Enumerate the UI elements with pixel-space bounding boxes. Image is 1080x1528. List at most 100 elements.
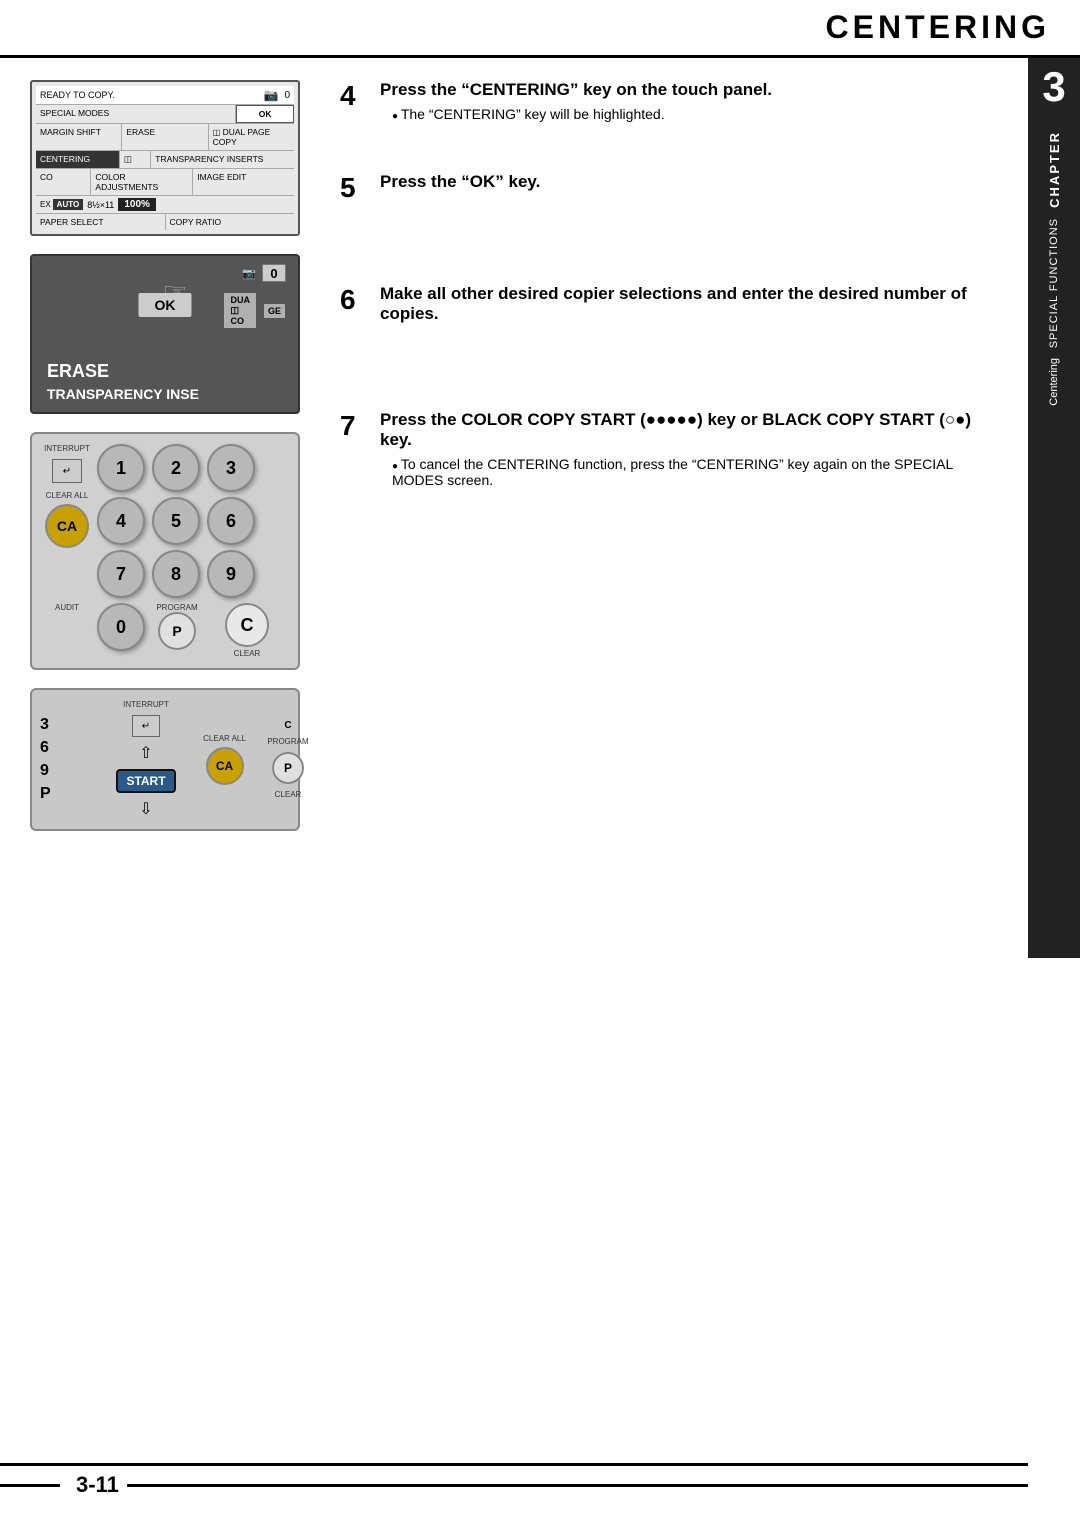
step-4-bullet: The “CENTERING” key will be highlighted.	[392, 106, 772, 122]
tp-image-edit: IMAGE EDIT	[193, 169, 294, 195]
p-btn[interactable]: P	[158, 612, 196, 650]
key-9[interactable]: 9	[207, 550, 255, 598]
tp-row2: MARGIN SHIFT ERASE ◫ DUAL PAGE COPY	[36, 124, 294, 151]
sp-num-9: 9	[40, 762, 95, 780]
step-6-title: Make all other desired copier selections…	[380, 284, 980, 324]
key-5[interactable]: 5	[152, 497, 200, 545]
sp-numbers: 3 6 9 P	[40, 716, 95, 803]
tp-centering: CENTERING	[36, 151, 120, 168]
key-8[interactable]: 8	[152, 550, 200, 598]
step-6-content: Make all other desired copier selections…	[380, 284, 980, 330]
program-col: PROGRAM P	[152, 603, 202, 650]
sp-c-col: C PROGRAM P CLEAR	[258, 720, 318, 799]
sp-p-label: P	[40, 785, 95, 803]
step-4-content: Press the “CENTERING” key on the touch p…	[380, 80, 772, 122]
sp-interrupt-label: INTERRUPT	[123, 700, 169, 709]
header-bar: CENTERING	[0, 0, 1080, 58]
sp-interrupt-btn[interactable]: ↵	[132, 715, 160, 737]
panel-buttons: DUA◫CO GE	[223, 292, 286, 329]
step-5-block: 5 Press the “OK” key.	[340, 172, 980, 204]
special-functions-label: SPECIAL FUNCTIONS	[1048, 218, 1060, 348]
start-btn[interactable]: START	[116, 769, 175, 793]
touch-panel-illustration: READY TO COPY. 📷 0 SPECIAL MODES OK MARG…	[30, 80, 300, 236]
tp-copy-ratio: COPY RATIO	[166, 214, 295, 230]
sp-ca-col: CLEAR ALL CA	[197, 734, 252, 785]
sp-arrow-up: ⇧	[139, 743, 152, 763]
ok-panel-header: 📷 0	[242, 264, 286, 282]
tp-bottom-labels: PAPER SELECT COPY RATIO	[36, 213, 294, 230]
step-4-block: 4 Press the “CENTERING” key on the touch…	[340, 80, 980, 122]
step-4-number: 4	[340, 80, 372, 112]
c-btn[interactable]: C	[225, 603, 269, 647]
step-7-bullet: To cancel the CENTERING function, press …	[392, 456, 980, 488]
key-7[interactable]: 7	[97, 550, 145, 598]
sp-program-label: PROGRAM	[267, 737, 308, 746]
age-label: GE	[263, 303, 286, 319]
hand-cursor-icon: ☞	[162, 276, 187, 309]
page-number-line	[0, 1484, 60, 1487]
tp-margin-shift: MARGIN SHIFT	[36, 124, 122, 150]
sp-middle: INTERRUPT ↵ ⇧ START ⇩	[101, 700, 191, 819]
sp-clear-label: CLEAR	[275, 790, 302, 799]
dual-copy-label: DUA◫CO	[223, 292, 257, 329]
tp-special-modes: SPECIAL MODES	[36, 105, 236, 123]
ok-panel-illustration: 📷 0 OK DUA◫CO GE ERASE TRANSPARENCY INSE…	[30, 254, 300, 414]
tp-paper-size: 8½×11	[87, 200, 114, 210]
transparency-label: TRANSPARENCY INSE	[47, 386, 199, 402]
key-4[interactable]: 4	[97, 497, 145, 545]
sp-arrow-down: ⇩	[139, 799, 152, 819]
step-6-block: 6 Make all other desired copier selectio…	[340, 284, 980, 330]
step-7-number: 7	[340, 410, 372, 442]
tp-special-modes-row: SPECIAL MODES OK	[36, 105, 294, 124]
step-5-number: 5	[340, 172, 372, 204]
sp-ca-btn[interactable]: CA	[206, 747, 244, 785]
sp-p-btn[interactable]: P	[272, 752, 304, 784]
start-panel-illustration: 3 6 9 P INTERRUPT ↵ ⇧ START ⇩ CLEAR ALL …	[30, 688, 300, 831]
tp-auto: AUTO	[53, 199, 84, 210]
page-number: 3-11	[76, 1472, 119, 1498]
interrupt-btn[interactable]: ↵	[52, 459, 82, 483]
tp-header: READY TO COPY. 📷 0	[36, 86, 294, 105]
step-7-content: Press the COLOR COPY START (●●●●●) key o…	[380, 410, 980, 488]
sp-clear-all-label: CLEAR ALL	[203, 734, 246, 743]
tp-transparency-inserts: TRANSPARENCY INSERTS	[151, 151, 294, 168]
right-sidebar: 3 CHAPTER SPECIAL FUNCTIONS Centering	[1028, 58, 1080, 958]
illustrations-column: READY TO COPY. 📷 0 SPECIAL MODES OK MARG…	[30, 80, 320, 831]
ca-btn[interactable]: CA	[45, 504, 89, 548]
sp-c-btn[interactable]: C	[284, 720, 291, 731]
program-label: PROGRAM	[156, 603, 197, 612]
tp-ok-btn[interactable]: OK	[236, 105, 294, 123]
tp-row4: CO COLOR ADJUSTMENTS IMAGE EDIT	[36, 169, 294, 196]
step-4-title: Press the “CENTERING” key on the touch p…	[380, 80, 772, 100]
interrupt-label: INTERRUPT	[44, 444, 90, 453]
tp-ratio: 100%	[118, 198, 156, 211]
page-number-line-right	[127, 1484, 1028, 1487]
erase-label: ERASE	[47, 361, 109, 382]
audit-label: AUDIT	[42, 603, 92, 612]
sp-num-3: 3	[40, 716, 95, 734]
tp-dual-page-copy: ◫ DUAL PAGE COPY	[209, 124, 294, 150]
tp-row3: CENTERING ◫ TRANSPARENCY INSERTS	[36, 151, 294, 169]
page-title: CENTERING	[826, 9, 1050, 46]
instructions-column: 4 Press the “CENTERING” key on the touch…	[340, 80, 980, 528]
key-3[interactable]: 3	[207, 444, 255, 492]
page-number-bar: 3-11	[0, 1463, 1028, 1498]
key-0[interactable]: 0	[97, 603, 145, 651]
chapter-label: CHAPTER	[1047, 131, 1062, 208]
clear-label-bottom: CLEAR	[234, 649, 261, 658]
sp-num-6: 6	[40, 739, 95, 757]
key-6[interactable]: 6	[207, 497, 255, 545]
tp-ready-text: READY TO COPY.	[40, 90, 115, 100]
tp-co: CO	[36, 169, 91, 195]
tp-erase: ERASE	[122, 124, 208, 150]
tp-paper-select: PAPER SELECT	[36, 214, 166, 230]
keypad-illustration: 1 2 3 INTERRUPT ↵ CLEAR ALL CA 4 5 6 7 8…	[30, 432, 300, 670]
tp-bottom-row: EX AUTO 8½×11 100%	[36, 196, 294, 213]
c-clear-col: C CLEAR	[207, 603, 287, 658]
step-5-title: Press the “OK” key.	[380, 172, 540, 192]
chapter-number: 3	[1042, 63, 1065, 111]
key-1[interactable]: 1	[97, 444, 145, 492]
key-2[interactable]: 2	[152, 444, 200, 492]
start-panel-grid: 3 6 9 P INTERRUPT ↵ ⇧ START ⇩ CLEAR ALL …	[40, 700, 290, 819]
step-6-number: 6	[340, 284, 372, 316]
